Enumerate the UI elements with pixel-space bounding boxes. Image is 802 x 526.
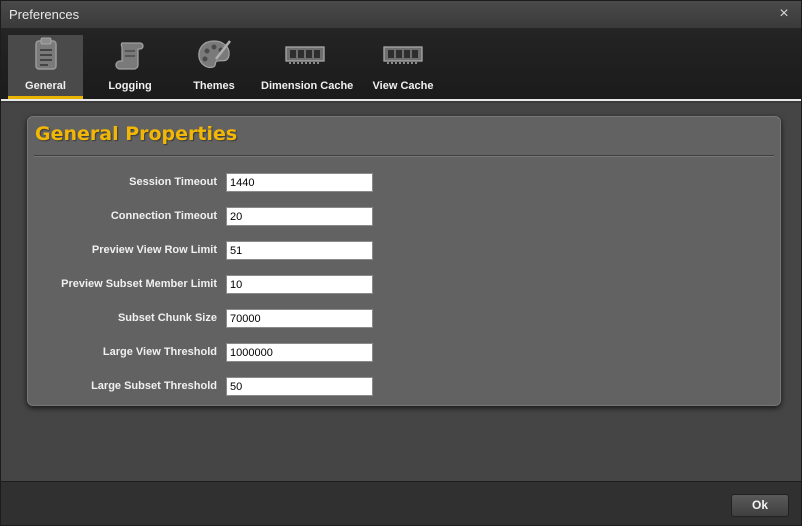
tab-themes-label: Themes: [193, 80, 235, 92]
field-row-large-view-threshold: Large View Threshold: [28, 343, 782, 363]
subset-chunk-size-label: Subset Chunk Size: [117, 312, 217, 324]
memory-chip-icon: [285, 46, 325, 64]
window-title: Preferences: [9, 7, 80, 22]
tab-view-cache[interactable]: View Cache: [367, 35, 439, 97]
tab-dimension-cache-label: Dimension Cache: [261, 80, 354, 92]
subset-chunk-size-input[interactable]: [226, 309, 373, 328]
heading-divider: [34, 155, 774, 157]
field-row-session-timeout: Session Timeout: [28, 173, 782, 193]
session-timeout-label: Session Timeout: [129, 176, 217, 188]
field-row-connection-timeout: Connection Timeout: [28, 207, 782, 227]
tab-view-cache-label: View Cache: [372, 80, 434, 92]
tab-logging[interactable]: Logging: [95, 35, 165, 97]
palette-icon: [198, 40, 231, 69]
preferences-tab-bar: General Logging Themes Dimension Cache V…: [1, 29, 801, 101]
field-row-large-subset-threshold: Large Subset Threshold: [28, 377, 782, 397]
scroll-icon: [115, 42, 144, 70]
large-subset-threshold-label: Large Subset Threshold: [91, 380, 217, 392]
preview-view-row-limit-input[interactable]: [226, 241, 373, 260]
title-bar: Preferences ×: [1, 1, 801, 29]
session-timeout-input[interactable]: [226, 173, 373, 192]
field-row-preview-subset-member-limit: Preview Subset Member Limit: [28, 275, 782, 295]
tab-themes[interactable]: Themes: [181, 35, 247, 97]
large-view-threshold-label: Large View Threshold: [102, 346, 217, 358]
tab-general-label: General: [25, 80, 66, 92]
preview-subset-member-limit-label: Preview Subset Member Limit: [61, 278, 217, 290]
field-row-preview-view-row-limit: Preview View Row Limit: [28, 241, 782, 261]
clipboard-icon: [34, 37, 57, 70]
memory-chip-icon: [383, 46, 423, 64]
large-subset-threshold-input[interactable]: [226, 377, 373, 396]
content-area: General Properties Session Timeout Conne…: [1, 103, 801, 481]
tab-general[interactable]: General: [8, 35, 83, 99]
general-properties-panel: General Properties Session Timeout Conne…: [27, 116, 781, 406]
close-icon[interactable]: ×: [775, 5, 793, 23]
preferences-window: Preferences × General Logging Themes Dim…: [0, 0, 802, 526]
large-view-threshold-input[interactable]: [226, 343, 373, 362]
preview-subset-member-limit-input[interactable]: [226, 275, 373, 294]
panel-heading: General Properties: [35, 123, 238, 145]
tab-logging-label: Logging: [108, 80, 152, 92]
field-row-subset-chunk-size: Subset Chunk Size: [28, 309, 782, 329]
connection-timeout-label: Connection Timeout: [110, 210, 217, 222]
ok-button[interactable]: Ok: [731, 494, 789, 517]
preview-view-row-limit-label: Preview View Row Limit: [91, 244, 217, 256]
tab-dimension-cache[interactable]: Dimension Cache: [261, 35, 354, 97]
dialog-footer: Ok: [1, 481, 801, 525]
connection-timeout-input[interactable]: [226, 207, 373, 226]
